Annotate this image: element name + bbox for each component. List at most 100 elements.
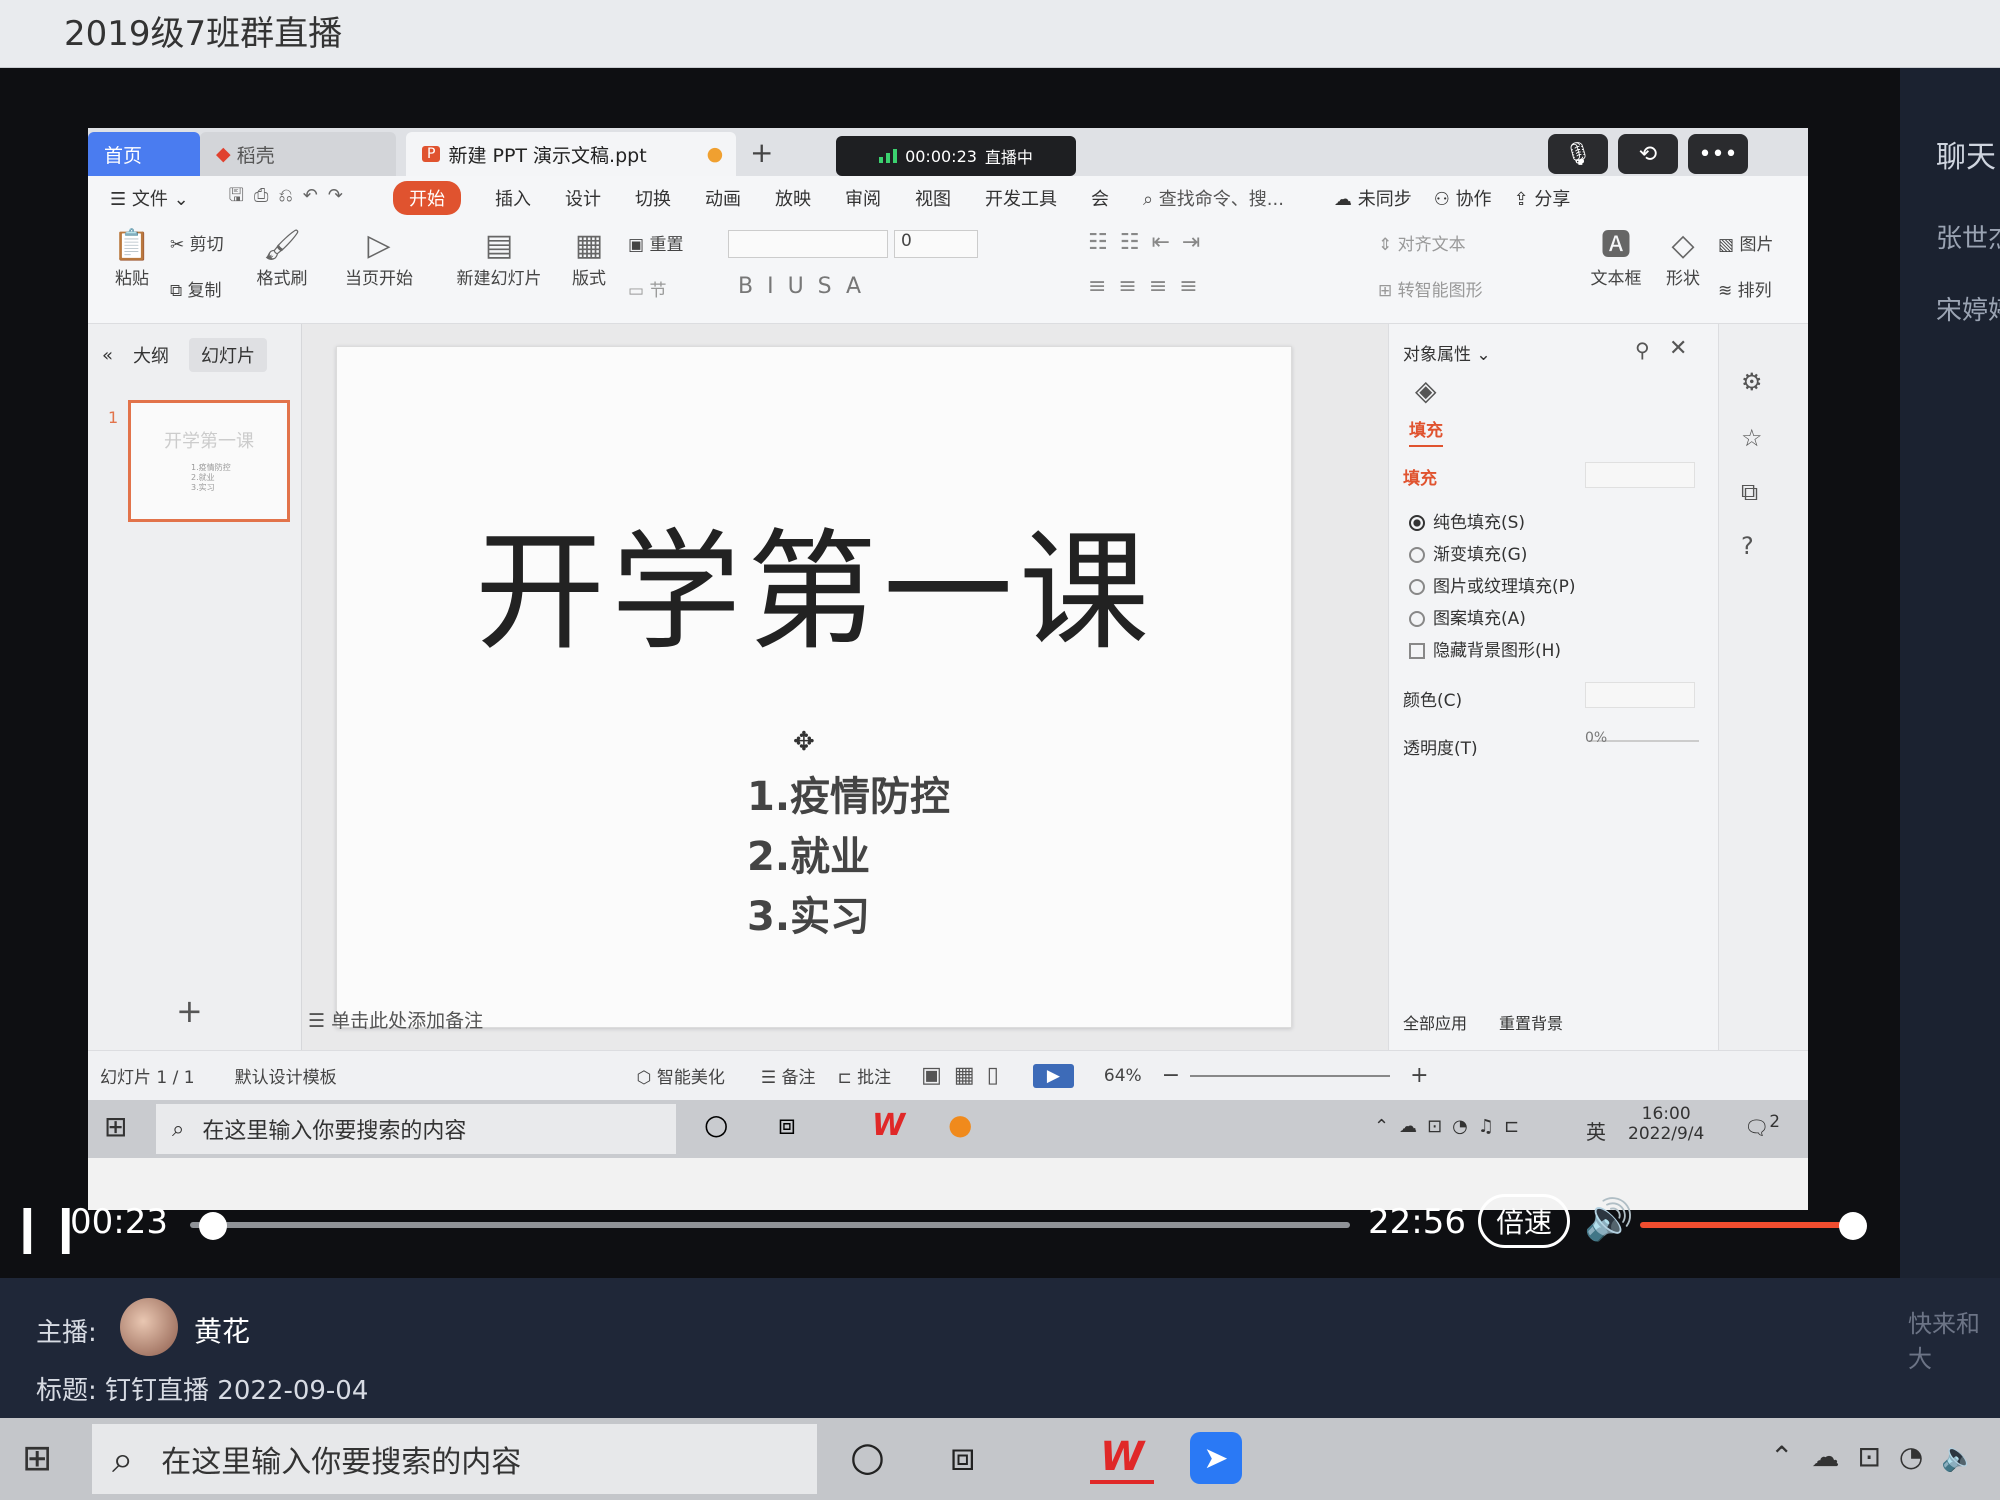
file-menu[interactable]: ☰ 文件 ⌄ <box>110 185 189 211</box>
command-search[interactable]: ⌕ 查找命令、搜... <box>1143 185 1284 211</box>
play-icon[interactable]: ▶ <box>1032 1063 1074 1088</box>
smart-shape-button[interactable]: ⊞ 转智能图形 <box>1378 276 1483 301</box>
zoom-value[interactable]: 64% <box>1104 1066 1142 1086</box>
star-icon[interactable]: ☆ <box>1741 424 1763 452</box>
font-size-select[interactable]: 0 <box>894 230 978 258</box>
sync-button[interactable]: ☁ 未同步 <box>1334 185 1412 211</box>
menu-insert[interactable]: 插入 <box>495 185 531 211</box>
wps-icon[interactable]: W <box>1090 1434 1155 1484</box>
cut-button[interactable]: ✂ 剪切 <box>170 230 224 255</box>
chat-input-hint[interactable]: 快来和大 <box>1908 1304 2000 1374</box>
menu-slideshow[interactable]: 放映 <box>775 185 811 211</box>
zoom-in-icon[interactable]: + <box>1410 1063 1428 1088</box>
zoom-out-icon[interactable]: − <box>1162 1063 1180 1088</box>
radio-solid[interactable]: 纯色填充(S) <box>1409 508 1525 533</box>
color-select[interactable] <box>1585 682 1695 708</box>
tab-outline[interactable]: 大纲 <box>133 342 169 368</box>
chat-user-2[interactable]: 宋婷婷 <box>1936 290 2000 327</box>
menu-developer[interactable]: 开发工具 <box>985 185 1057 211</box>
picture-button[interactable]: ▧ 图片 <box>1718 230 1773 255</box>
cortana-icon[interactable]: ○ <box>704 1108 728 1141</box>
collapse-icon[interactable]: « <box>102 345 113 366</box>
copy-button[interactable]: ⧉ 复制 <box>170 276 222 301</box>
clock[interactable]: 16:00 2022/9/4 <box>1628 1104 1704 1144</box>
new-slide-button[interactable]: ▤ 新建幻灯片 <box>444 228 554 289</box>
slide-canvas[interactable]: 开学第一课 1.疫情防控 2.就业 3.实习 ✥ <box>336 346 1292 1028</box>
reset-button[interactable]: ▣ 重置 <box>628 230 683 255</box>
volume-handle[interactable] <box>1839 1212 1868 1240</box>
paste-button[interactable]: 📋 粘贴 <box>102 228 162 289</box>
wps-icon[interactable]: W <box>872 1108 905 1143</box>
radio-picture[interactable]: 图片或纹理填充(P) <box>1409 572 1576 597</box>
more-icon[interactable]: ••• <box>1688 134 1748 174</box>
chat-user-1[interactable]: 张世杰 <box>1936 218 2000 255</box>
shape-button[interactable]: ◇ 形状 <box>1656 228 1710 289</box>
slide-bullets[interactable]: 1.疫情防控 2.就业 3.实习 <box>747 767 950 947</box>
cortana-icon[interactable]: ○ <box>850 1434 885 1480</box>
font-name-select[interactable] <box>728 230 888 258</box>
add-tab-button[interactable]: + <box>750 136 773 169</box>
pin-icon[interactable]: ⚲ <box>1635 338 1650 362</box>
view-mode-icons[interactable]: ▣▦▯ <box>921 1063 1011 1088</box>
menu-design[interactable]: 设计 <box>565 185 601 211</box>
settings-sliders-icon[interactable]: ⚙ <box>1741 368 1763 396</box>
close-icon[interactable]: ✕ <box>1669 336 1687 361</box>
tray-icons[interactable]: ⌃☁⊡◔♫⊏ <box>1374 1116 1529 1137</box>
play-current-button[interactable]: ▷ 当页开始 <box>334 228 424 289</box>
layout-button[interactable]: ▦ 版式 <box>562 228 616 289</box>
hide-bg-checkbox[interactable]: 隐藏背景图形(H) <box>1409 636 1561 661</box>
font-style-icons[interactable]: BIUSA <box>738 274 875 299</box>
textbox-button[interactable]: 🅰 文本框 <box>1584 228 1648 289</box>
windows-start-icon[interactable]: ⊞ <box>22 1438 52 1479</box>
collab-button[interactable]: ⚇ 协作 <box>1434 185 1492 211</box>
tray-icons[interactable]: ⌃☁⊡◔🔈 <box>1770 1440 1994 1473</box>
inner-search-box[interactable]: ⌕ 在这里输入你要搜索的内容 <box>156 1104 676 1154</box>
volume-slider[interactable] <box>1640 1222 1862 1228</box>
menu-transition[interactable]: 切换 <box>635 185 671 211</box>
arrange-button[interactable]: ≋ 排列 <box>1718 276 1772 301</box>
quick-access-icons[interactable]: 🖫⎙⎌↶↷ <box>229 183 353 213</box>
menu-review[interactable]: 审阅 <box>845 185 881 211</box>
tab-fill[interactable]: 填充 <box>1409 416 1443 447</box>
comment-button[interactable]: ⊏ 批注 <box>837 1063 891 1088</box>
apply-all-button[interactable]: 全部应用 <box>1403 1010 1467 1034</box>
reset-bg-button[interactable]: 重置背景 <box>1499 1010 1563 1034</box>
section-button[interactable]: ▭ 节 <box>628 276 666 301</box>
radio-pattern[interactable]: 图案填充(A) <box>1409 604 1526 629</box>
tab-document[interactable]: P 新建 PPT 演示文稿.ppt ● <box>406 132 736 176</box>
menu-view[interactable]: 视图 <box>915 185 951 211</box>
slide-title[interactable]: 开学第一课 <box>337 487 1293 675</box>
progress-handle[interactable] <box>199 1212 228 1240</box>
notes-button[interactable]: ☰ 备注 <box>761 1063 816 1088</box>
host-name[interactable]: 黄花 <box>194 1310 250 1350</box>
ime-indicator[interactable]: 英 <box>1586 1116 1606 1145</box>
beautify-button[interactable]: ⬡ 智能美化 <box>637 1063 725 1088</box>
props-header[interactable]: 对象属性 ⌄ <box>1403 340 1491 365</box>
tab-daoke[interactable]: ◆ 稻壳 <box>200 132 396 176</box>
format-painter-button[interactable]: 🖌 格式刷 <box>250 228 314 289</box>
speed-button[interactable]: 倍速 <box>1478 1194 1570 1248</box>
radio-gradient[interactable]: 渐变填充(G) <box>1409 540 1527 565</box>
dingtalk-icon[interactable]: ➤ <box>1190 1432 1242 1484</box>
volume-icon[interactable]: 🔊 <box>1584 1196 1634 1243</box>
slide-thumbnail[interactable]: 开学第一课 1.疫情防控 2.就业 3.实习 <box>128 400 290 522</box>
notes-area[interactable]: ☰ 单击此处添加备注 <box>308 1006 483 1033</box>
menu-start[interactable]: 开始 <box>392 181 461 215</box>
add-slide-button[interactable]: + <box>176 992 203 1030</box>
windows-start-icon[interactable]: ⊞ <box>104 1110 127 1143</box>
align-text-button[interactable]: ⇕ 对齐文本 <box>1378 230 1466 255</box>
avatar[interactable] <box>120 1298 178 1356</box>
zoom-slider[interactable] <box>1190 1074 1391 1077</box>
list-icons[interactable]: ☷☷⇤⇥ <box>1088 230 1212 255</box>
search-box[interactable]: ⌕ 在这里输入你要搜索的内容 <box>92 1424 817 1494</box>
task-view-icon[interactable]: ⧈ <box>778 1108 796 1142</box>
copy-frame-icon[interactable]: ⧉ <box>1741 478 1758 506</box>
progress-bar[interactable] <box>190 1222 1350 1228</box>
rotate-icon[interactable]: ⟲ <box>1618 134 1678 174</box>
notification-icon[interactable]: 🗨2 <box>1744 1112 1780 1140</box>
task-view-icon[interactable]: ⧈ <box>950 1434 975 1480</box>
align-icons[interactable]: ≡≡≡≡ <box>1088 274 1210 299</box>
menu-animation[interactable]: 动画 <box>705 185 741 211</box>
orange-app-icon[interactable]: ● <box>948 1108 972 1141</box>
tab-home[interactable]: 首页 <box>88 132 200 176</box>
